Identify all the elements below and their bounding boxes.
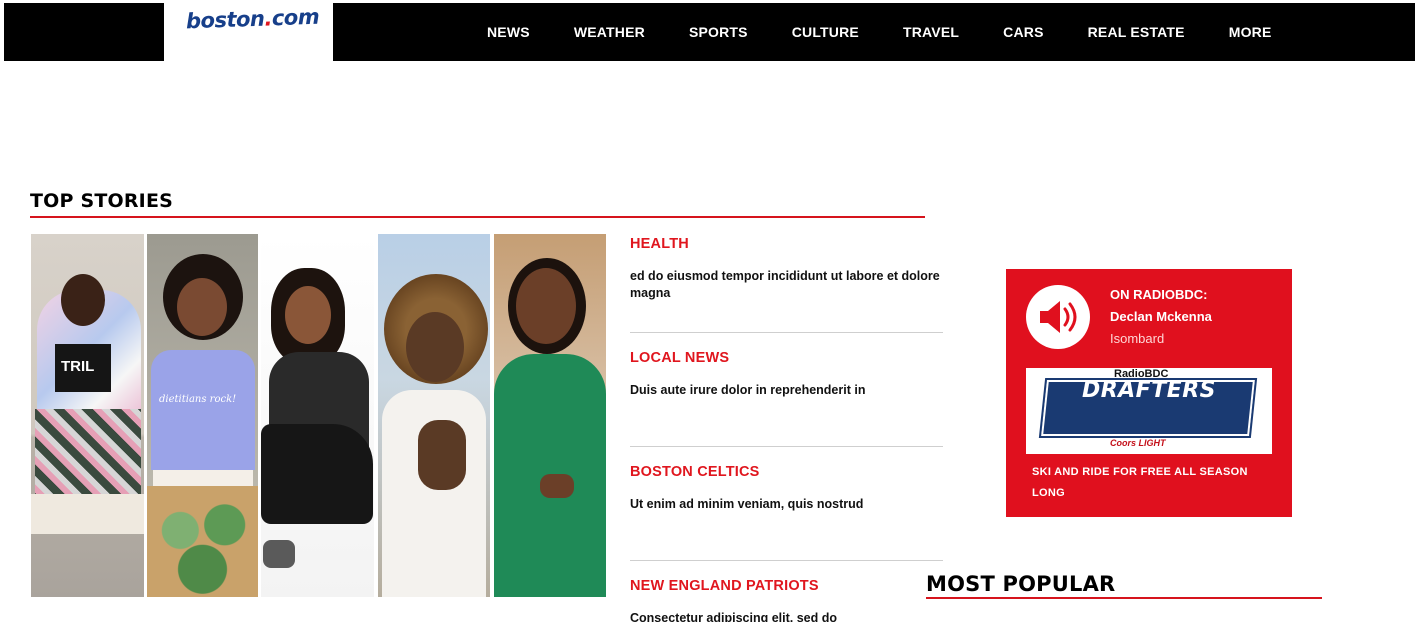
story-photo-4[interactable] xyxy=(378,234,490,597)
story-item-patriots: NEW ENGLAND PATRIOTS Consectetur adipisc… xyxy=(630,578,943,622)
banner-sponsor: Coors LIGHT xyxy=(1110,438,1166,448)
shirt-text: TRIL xyxy=(61,358,95,375)
nav-culture[interactable]: CULTURE xyxy=(792,24,859,40)
ad-cta: SKI AND RIDE FOR FREE ALL SEASON LONG xyxy=(1032,466,1248,499)
top-stories-divider xyxy=(30,216,925,218)
story-headline[interactable]: Consectetur adipiscing elit, sed do xyxy=(630,610,943,622)
story-item-health: HEALTH ed do eiusmod tempor incididunt u… xyxy=(630,236,943,302)
site-header: boston.com NEWS WEATHER SPORTS CULTURE T… xyxy=(4,3,1415,61)
story-item-celtics: BOSTON CELTICS Ut enim ad minim veniam, … xyxy=(630,464,943,513)
site-logo[interactable]: boston.com xyxy=(164,3,333,61)
nav-cars[interactable]: CARS xyxy=(1003,24,1043,40)
main-nav: NEWS WEATHER SPORTS CULTURE TRAVEL CARS … xyxy=(487,3,1316,61)
nav-news[interactable]: NEWS xyxy=(487,24,530,40)
ad-artist: Declan Mckenna xyxy=(1110,309,1212,324)
nav-travel[interactable]: TRAVEL xyxy=(903,24,959,40)
nav-sports[interactable]: SPORTS xyxy=(689,24,748,40)
ad-kicker: ON RADIOBDC: xyxy=(1110,287,1208,302)
nav-weather[interactable]: WEATHER xyxy=(574,24,645,40)
story-item-local-news: LOCAL NEWS Duis aute irure dolor in repr… xyxy=(630,350,943,399)
story-category[interactable]: NEW ENGLAND PATRIOTS xyxy=(630,578,943,594)
nav-more[interactable]: MORE xyxy=(1229,24,1272,40)
logo-text: boston.com xyxy=(185,4,320,34)
radiobdc-ad[interactable]: ON RADIOBDC: Declan Mckenna Isombard Rad… xyxy=(1006,269,1292,517)
story-category[interactable]: HEALTH xyxy=(630,236,943,252)
banner-title: DRAFTERS xyxy=(1081,378,1217,403)
story-divider xyxy=(630,332,943,333)
story-headline[interactable]: Duis aute irure dolor in reprehenderit i… xyxy=(630,382,943,399)
story-category[interactable]: LOCAL NEWS xyxy=(630,350,943,366)
most-popular-title: MOST POPULAR xyxy=(926,572,1116,596)
story-category[interactable]: BOSTON CELTICS xyxy=(630,464,943,480)
story-photo-1[interactable]: TRIL xyxy=(31,234,144,597)
nav-real-estate[interactable]: REAL ESTATE xyxy=(1088,24,1185,40)
story-divider xyxy=(630,446,943,447)
story-photo-3[interactable] xyxy=(261,234,374,597)
story-photo-2[interactable]: dietitians rock! xyxy=(147,234,258,597)
story-divider xyxy=(630,560,943,561)
top-stories-title: TOP STORIES xyxy=(30,190,174,212)
most-popular-divider xyxy=(926,597,1322,599)
story-photo-5[interactable] xyxy=(494,234,606,597)
ad-song: Isombard xyxy=(1110,331,1165,346)
speaker-icon xyxy=(1026,285,1090,349)
story-headline[interactable]: ed do eiusmod tempor incididunt ut labor… xyxy=(630,268,943,302)
shirt-text-dietitians: dietitians rock! xyxy=(159,394,237,405)
drafters-banner: RadioBDC DRAFTERS Coors LIGHT xyxy=(1026,368,1272,454)
story-headline[interactable]: Ut enim ad minim veniam, quis nostrud xyxy=(630,496,943,513)
